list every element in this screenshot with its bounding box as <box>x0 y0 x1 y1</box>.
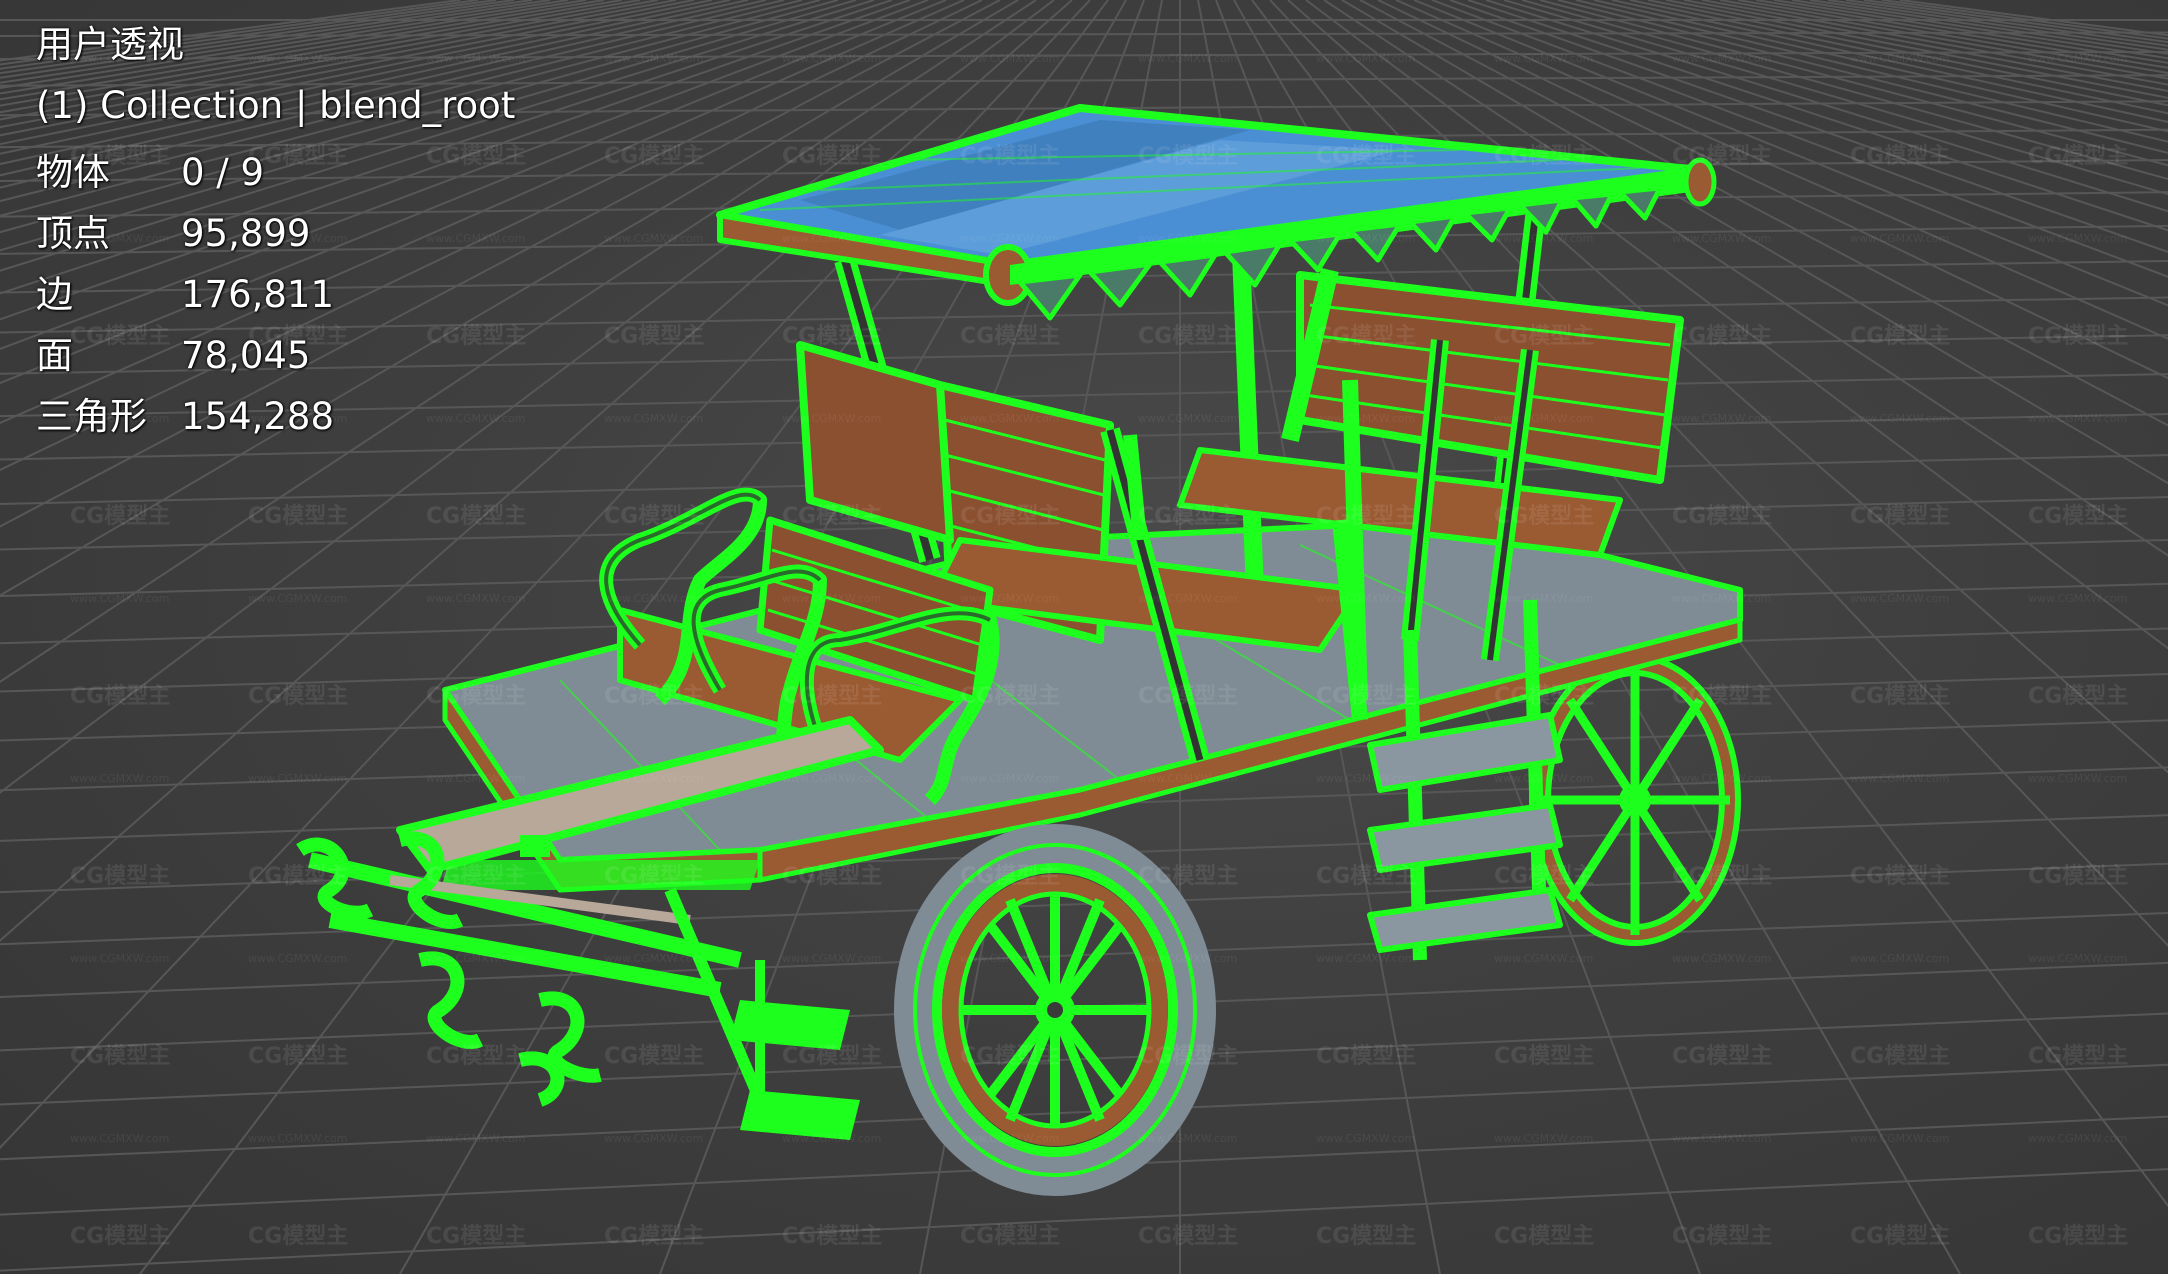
stat-value: 78,045 <box>181 334 311 377</box>
stat-value: 176,811 <box>181 273 335 316</box>
3d-viewport[interactable]: CG模型主 www.CGMXW.com CG模型主 www.CGMXW.com CG模型… <box>0 0 2168 1274</box>
stat-label: 顶点 <box>36 212 110 255</box>
viewport-info-overlay: 用户透视 (1) Collection | blend_root 物体 0 / … <box>36 14 515 447</box>
stat-value: 0 / 9 <box>181 151 265 194</box>
view-name: 用户透视 <box>36 23 184 66</box>
stat-triangles: 三角形 154,288 <box>36 386 515 447</box>
carriage-model[interactable] <box>296 104 1743 1196</box>
front-wheel[interactable] <box>894 824 1216 1196</box>
stat-value: 95,899 <box>181 212 311 255</box>
stat-label: 三角形 <box>36 395 147 438</box>
stat-vertices: 顶点 95,899 <box>36 203 515 264</box>
stat-value: 154,288 <box>181 395 335 438</box>
stat-faces: 面 78,045 <box>36 325 515 386</box>
stat-objects: 物体 0 / 9 <box>36 142 515 203</box>
stat-label: 面 <box>36 334 73 377</box>
collection-label: (1) Collection | blend_root <box>36 84 516 127</box>
stat-label: 边 <box>36 273 73 316</box>
scene-statistics: 物体 0 / 9 顶点 95,899 边 176,811 面 78,045 三角… <box>36 142 515 447</box>
rear-wheel[interactable] <box>1529 654 1741 946</box>
stat-edges: 边 176,811 <box>36 264 515 325</box>
stat-label: 物体 <box>36 151 110 194</box>
